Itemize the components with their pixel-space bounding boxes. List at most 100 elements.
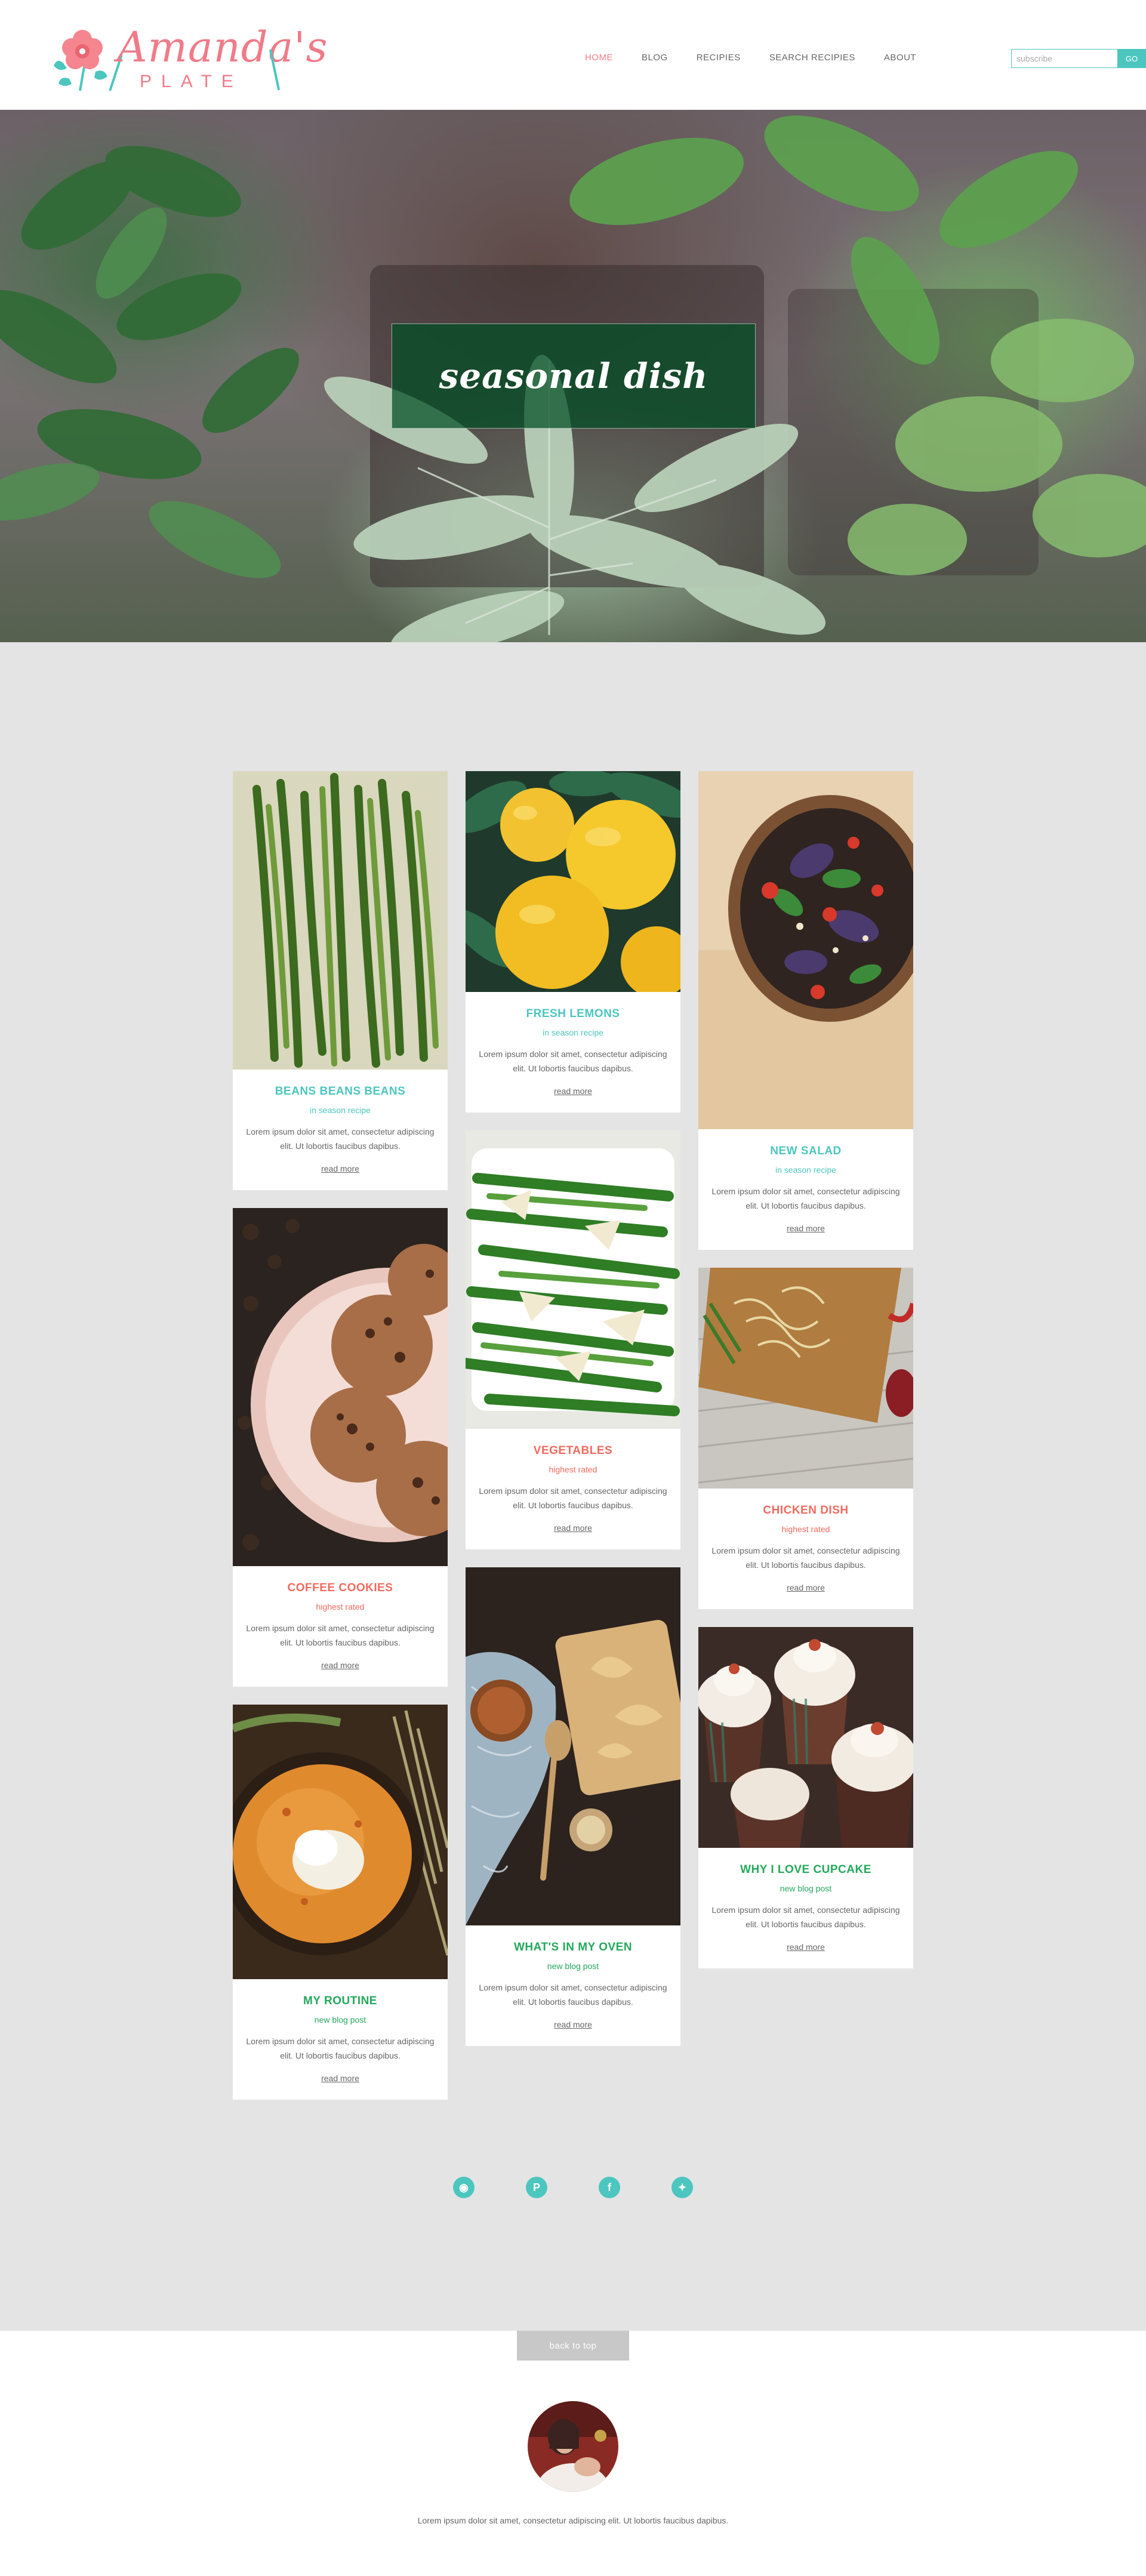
card-body: MY ROUTINE new blog post Lorem ipsum dol… <box>233 1979 448 2100</box>
social-links: ◉ P f ✦ <box>0 2177 1146 2198</box>
grid-column: FRESH LEMONS in season recipe Lorem ipsu… <box>466 771 680 2064</box>
author-photo <box>528 2401 618 2492</box>
card-tag: in season recipe <box>775 1165 836 1175</box>
hero-title-box: seasonal dish <box>392 323 756 429</box>
cookies-image <box>233 1208 448 1566</box>
salad-image <box>698 771 913 1129</box>
nav-blog[interactable]: BLOG <box>642 53 668 63</box>
back-to-top-button[interactable]: back to top <box>517 2331 629 2361</box>
card-tag: highest rated <box>316 1602 365 1611</box>
card-tag: in season recipe <box>543 1028 603 1037</box>
green-beans-parmesan-image <box>466 1130 680 1429</box>
site-header: Amanda's PLATE HOME BLOG RECIPIES SEARCH… <box>0 0 1146 110</box>
rss-icon[interactable]: ◉ <box>453 2177 475 2198</box>
noodles-image <box>698 1268 913 1489</box>
card-tag: in season recipe <box>310 1105 371 1115</box>
facebook-icon[interactable]: f <box>599 2177 620 2198</box>
card-image-pastries[interactable] <box>466 1567 680 1925</box>
site-logo[interactable]: Amanda's PLATE <box>51 21 327 93</box>
card-title[interactable]: COFFEE COOKIES <box>245 1582 436 1595</box>
card-body: CHICKEN DISH highest rated Lorem ipsum d… <box>698 1489 913 1609</box>
twitter-icon[interactable]: ✦ <box>671 2177 693 2198</box>
card-tag: new blog post <box>780 1884 832 1893</box>
recipe-card[interactable]: FRESH LEMONS in season recipe Lorem ipsu… <box>466 771 680 1113</box>
footer-text: Lorem ipsum dolor sit amet, consectetur … <box>417 2516 729 2525</box>
read-more-link[interactable]: read more <box>554 1523 592 1533</box>
nav-about[interactable]: ABOUT <box>884 53 916 63</box>
recipe-card[interactable]: VEGETABLES highest rated Lorem ipsum dol… <box>466 1130 680 1549</box>
card-tag: highest rated <box>781 1524 830 1534</box>
recipe-card[interactable]: WHY I LOVE CUPCAKE new blog post Lorem i… <box>698 1627 913 1968</box>
card-title[interactable]: WHY I LOVE CUPCAKE <box>710 1863 901 1876</box>
recipe-card[interactable]: BEANS BEANS BEANS in season recipe Lorem… <box>233 771 448 1190</box>
card-title[interactable]: WHAT'S IN MY OVEN <box>478 1941 668 1954</box>
recipe-card[interactable]: COFFEE COOKIES highest rated Lorem ipsum… <box>233 1208 448 1687</box>
nav-search-recipies[interactable]: SEARCH RECIPIES <box>769 53 855 63</box>
cupcakes-image <box>698 1627 913 1848</box>
hero-banner: seasonal dish <box>0 110 1146 642</box>
hero-title: seasonal dish <box>439 356 708 396</box>
subscribe-go-button[interactable]: GO <box>1117 49 1146 68</box>
grid-column: NEW SALAD in season recipe Lorem ipsum d… <box>698 771 913 1986</box>
card-body: NEW SALAD in season recipe Lorem ipsum d… <box>698 1129 913 1250</box>
card-title[interactable]: NEW SALAD <box>710 1145 901 1158</box>
card-body: BEANS BEANS BEANS in season recipe Lorem… <box>233 1070 448 1190</box>
card-body: WHY I LOVE CUPCAKE new blog post Lorem i… <box>698 1848 913 1968</box>
card-tag: highest rated <box>549 1465 597 1474</box>
logo-plate-text: PLATE <box>140 72 243 91</box>
card-excerpt: Lorem ipsum dolor sit amet, consectetur … <box>479 1049 667 1073</box>
card-title[interactable]: FRESH LEMONS <box>478 1007 668 1021</box>
card-tag: new blog post <box>547 1961 599 1971</box>
main-nav: HOME BLOG RECIPIES SEARCH RECIPIES ABOUT <box>585 53 945 63</box>
card-image-soup[interactable] <box>233 1705 448 1979</box>
logo-script-text: Amanda's <box>117 23 328 72</box>
card-tag: new blog post <box>314 2015 366 2025</box>
grid-column: BEANS BEANS BEANS in season recipe Lorem… <box>233 771 448 2118</box>
subscribe-input[interactable] <box>1011 49 1117 68</box>
read-more-link[interactable]: read more <box>787 1224 825 1233</box>
card-image-salad[interactable] <box>698 771 913 1129</box>
card-image-noodles[interactable] <box>698 1268 913 1489</box>
card-title[interactable]: MY ROUTINE <box>245 1995 436 2008</box>
card-body: VEGETABLES highest rated Lorem ipsum dol… <box>466 1429 680 1549</box>
card-body: COFFEE COOKIES highest rated Lorem ipsum… <box>233 1566 448 1687</box>
recipe-card[interactable]: NEW SALAD in season recipe Lorem ipsum d… <box>698 771 913 1250</box>
recipe-card[interactable]: MY ROUTINE new blog post Lorem ipsum dol… <box>233 1705 448 2100</box>
card-body: WHAT'S IN MY OVEN new blog post Lorem ip… <box>466 1925 680 2046</box>
author-avatar[interactable] <box>528 2401 618 2492</box>
read-more-link[interactable]: read more <box>321 1660 359 1670</box>
card-excerpt: Lorem ipsum dolor sit amet, consectetur … <box>479 1983 667 2007</box>
card-excerpt: Lorem ipsum dolor sit amet, consectetur … <box>479 1486 667 1510</box>
card-excerpt: Lorem ipsum dolor sit amet, consectetur … <box>711 1905 900 1929</box>
pastries-image <box>466 1567 680 1925</box>
card-excerpt: Lorem ipsum dolor sit amet, consectetur … <box>711 1187 900 1210</box>
card-title[interactable]: CHICKEN DISH <box>710 1504 901 1517</box>
card-excerpt: Lorem ipsum dolor sit amet, consectetur … <box>711 1546 900 1570</box>
site-footer: back to top Lorem ipsum dolor sit amet, … <box>0 2331 1146 2576</box>
read-more-link[interactable]: read more <box>321 2073 359 2083</box>
nav-recipies[interactable]: RECIPIES <box>697 53 741 63</box>
card-image-cookies[interactable] <box>233 1208 448 1566</box>
card-title[interactable]: VEGETABLES <box>478 1444 668 1458</box>
card-excerpt: Lorem ipsum dolor sit amet, consectetur … <box>246 1127 435 1151</box>
recipe-card[interactable]: CHICKEN DISH highest rated Lorem ipsum d… <box>698 1268 913 1609</box>
flower-logo-icon <box>54 30 107 91</box>
soup-image <box>233 1705 448 1979</box>
card-excerpt: Lorem ipsum dolor sit amet, consectetur … <box>246 1623 435 1647</box>
nav-home[interactable]: HOME <box>585 53 613 63</box>
card-image-green-beans[interactable] <box>233 771 448 1070</box>
read-more-link[interactable]: read more <box>554 1086 592 1096</box>
card-image-green-beans-parmesan[interactable] <box>466 1130 680 1429</box>
green-beans-image <box>233 771 448 1070</box>
card-image-cupcakes[interactable] <box>698 1627 913 1848</box>
subscribe-form: GO <box>1011 49 1146 68</box>
card-image-lemons[interactable] <box>466 771 680 992</box>
read-more-link[interactable]: read more <box>554 2020 592 2029</box>
read-more-link[interactable]: read more <box>787 1942 825 1952</box>
pinterest-icon[interactable]: P <box>526 2177 547 2198</box>
card-title[interactable]: BEANS BEANS BEANS <box>245 1085 436 1098</box>
read-more-link[interactable]: read more <box>321 1164 359 1173</box>
recipe-grid: BEANS BEANS BEANS in season recipe Lorem… <box>0 642 1146 2331</box>
recipe-card[interactable]: WHAT'S IN MY OVEN new blog post Lorem ip… <box>466 1567 680 2046</box>
read-more-link[interactable]: read more <box>787 1583 825 1592</box>
